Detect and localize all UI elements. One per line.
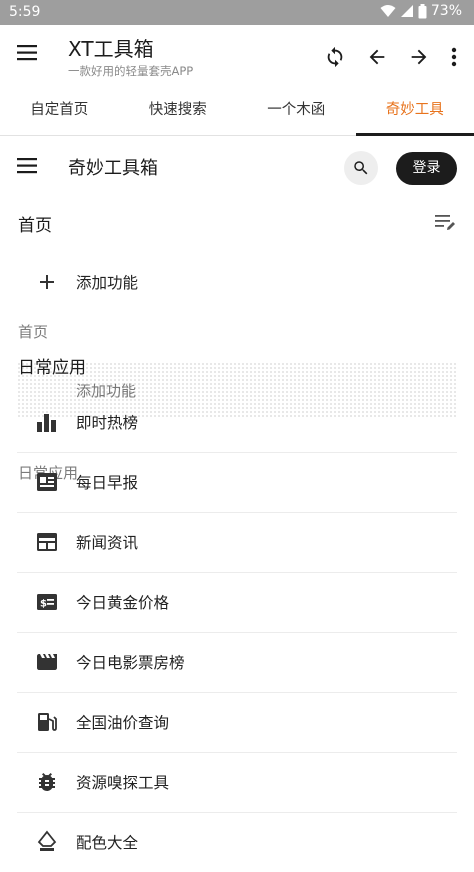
home-section-title: 首页 <box>18 211 52 236</box>
status-time: 5:59 <box>9 4 40 20</box>
palette-icon <box>35 830 59 854</box>
signal-icon <box>400 4 414 18</box>
gas-station-icon <box>35 710 59 734</box>
status-bar: 5:59 73% <box>0 0 474 25</box>
list-item-label: 资源嗅探工具 <box>76 771 169 793</box>
list-item-morning-news[interactable]: 每日早报 <box>17 452 457 513</box>
add-feature-label: 添加功能 <box>76 271 138 293</box>
tab-quick-search[interactable]: 快速搜索 <box>119 87 238 135</box>
back-button[interactable] <box>360 42 394 72</box>
list-item-label: 即时热榜 <box>76 411 138 433</box>
movie-icon <box>35 650 59 674</box>
list-item-hot-list[interactable]: 即时热榜 <box>17 392 457 453</box>
list-item-box-office[interactable]: 今日电影票房榜 <box>17 632 457 693</box>
menu-icon[interactable] <box>17 44 39 66</box>
inner-menu-icon[interactable] <box>17 157 39 179</box>
app-bar: XT工具箱 一款好用的轻量套壳APP <box>0 25 474 87</box>
tab-muhan[interactable]: 一个木函 <box>237 87 356 135</box>
list-item-sniffer[interactable]: 资源嗅探工具 <box>17 752 457 813</box>
search-icon <box>352 159 370 177</box>
list-item-label: 今日黄金价格 <box>76 591 169 613</box>
list-item-label: 全国油价查询 <box>76 711 169 733</box>
status-icons: 73% <box>380 3 462 19</box>
wifi-icon <box>380 4 396 18</box>
plus-icon <box>35 270 59 294</box>
tab-custom-home[interactable]: 自定首页 <box>0 87 119 135</box>
list-item-oil-price[interactable]: 全国油价查询 <box>17 692 457 753</box>
ghost-home-title: 首页 <box>18 321 48 342</box>
edit-list-icon[interactable] <box>434 212 456 236</box>
refresh-icon <box>324 46 346 68</box>
inner-title: 奇妙工具箱 <box>68 154 158 180</box>
tab-bar: 自定首页 快速搜索 一个木函 奇妙工具 <box>0 87 474 136</box>
list-item-label: 配色大全 <box>76 831 138 853</box>
list-item-news[interactable]: 新闻资讯 <box>17 512 457 573</box>
list-item-gold-price[interactable]: $ 今日黄金价格 <box>17 572 457 633</box>
daily-section-title: 日常应用 <box>18 353 86 378</box>
bug-icon <box>35 770 59 794</box>
arrow-right-icon <box>408 46 430 68</box>
bar-chart-icon <box>35 410 59 434</box>
login-button[interactable]: 登录 <box>396 152 457 185</box>
refresh-button[interactable] <box>318 42 352 72</box>
search-button[interactable] <box>344 151 378 185</box>
forward-button[interactable] <box>402 42 436 72</box>
svg-text:$: $ <box>40 599 47 610</box>
app-actions <box>318 42 464 72</box>
tab-wonder-tools[interactable]: 奇妙工具 <box>356 87 474 135</box>
list-item-label: 新闻资讯 <box>76 531 138 553</box>
price-tag-icon: $ <box>35 590 59 614</box>
list-item-label: 今日电影票房榜 <box>76 651 185 673</box>
list-item-label: 每日早报 <box>76 471 138 493</box>
more-button[interactable] <box>444 42 464 72</box>
battery-level: 73% <box>431 3 462 19</box>
web-news-icon <box>35 530 59 554</box>
add-feature-item[interactable]: 添加功能 <box>17 252 457 312</box>
arrow-left-icon <box>366 46 388 68</box>
app-title: XT工具箱 <box>68 33 154 62</box>
more-vert-icon <box>451 47 457 67</box>
inner-header: 奇妙工具箱 登录 <box>0 137 474 195</box>
app-subtitle: 一款好用的轻量套壳APP <box>68 63 193 79</box>
battery-icon <box>418 4 427 19</box>
newspaper-icon <box>35 470 59 494</box>
list-item-color-palette[interactable]: 配色大全 <box>17 812 457 872</box>
